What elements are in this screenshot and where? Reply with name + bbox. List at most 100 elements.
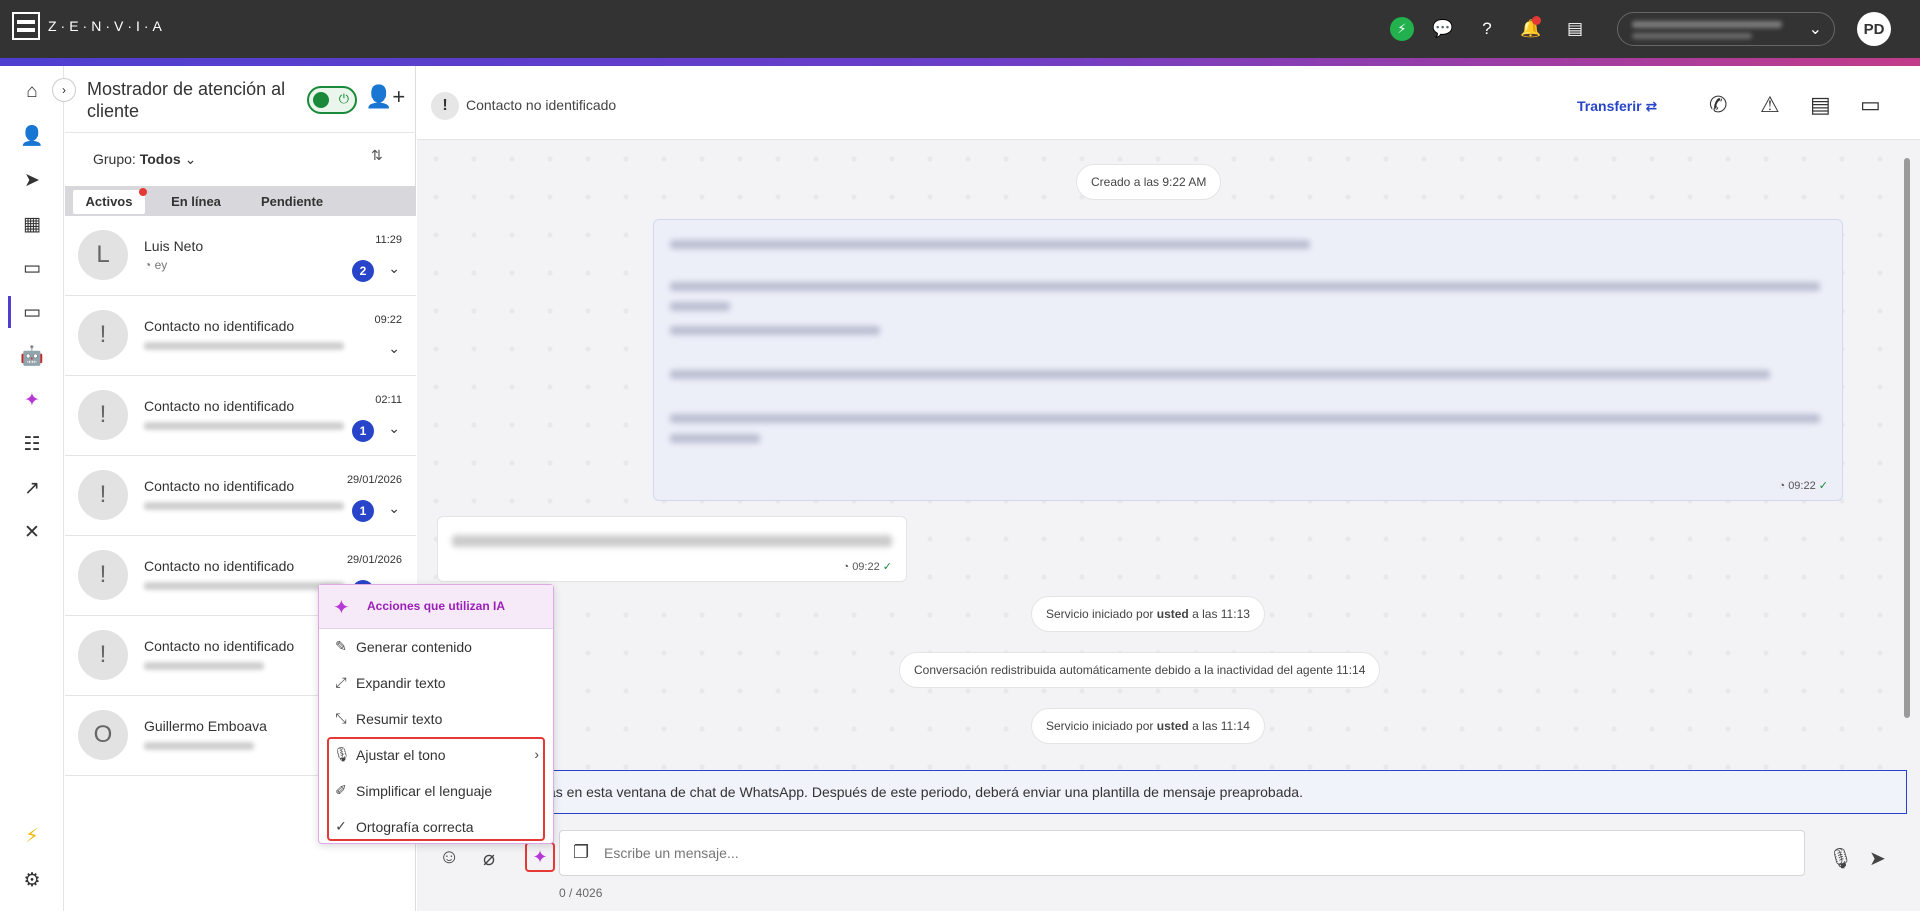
ai-option-simplificar-lenguaje[interactable]: ✐ Simplificar el lenguaje bbox=[319, 773, 553, 809]
option-label: Ortografía correcta bbox=[356, 819, 474, 835]
ticket-icon[interactable]: ▭ bbox=[0, 290, 64, 334]
ai-option-expandir-texto[interactable]: ⤢ Expandir texto bbox=[319, 665, 553, 701]
message-input[interactable] bbox=[559, 830, 1805, 876]
chevron-down-icon[interactable]: ⌄ bbox=[388, 500, 400, 517]
contact-avatar: ! bbox=[78, 390, 128, 440]
check-icon: ✓ bbox=[882, 561, 892, 573]
store-icon[interactable]: ▤ bbox=[1560, 14, 1590, 44]
send-icon[interactable]: ➤ bbox=[1869, 846, 1886, 871]
unread-dot bbox=[139, 188, 147, 196]
tools-icon[interactable]: ✕ bbox=[0, 510, 64, 554]
chevron-down-icon: ⌄ bbox=[184, 151, 197, 167]
contacts-icon[interactable]: 👤 bbox=[0, 114, 64, 158]
document-icon[interactable]: ▦ bbox=[0, 202, 64, 246]
settings-icon[interactable]: ⚙ bbox=[0, 858, 64, 902]
lightning-icon[interactable]: ⚡ bbox=[1390, 17, 1414, 41]
chat-scrollbar[interactable] bbox=[1902, 146, 1912, 726]
tab-pendiente[interactable]: Pendiente bbox=[247, 190, 337, 214]
message-text-blurred bbox=[452, 535, 892, 547]
robot-icon[interactable]: 🤖 bbox=[0, 334, 64, 378]
ai-sparkle-icon[interactable]: ✦ bbox=[0, 378, 64, 422]
add-user-icon[interactable]: 👤+ bbox=[365, 84, 405, 110]
group-filter: Grupo: Todos ⌄ ⇅ bbox=[65, 132, 416, 186]
help-icon[interactable]: ? bbox=[1472, 14, 1502, 44]
attachment-icon[interactable]: ⌀ bbox=[483, 846, 495, 871]
logo-mark-icon bbox=[12, 12, 40, 40]
whatsapp-icon: ◔ bbox=[842, 561, 850, 573]
outgoing-message: ◔ 09:22 ✓ bbox=[653, 219, 1843, 501]
alert-icon[interactable]: ⚠ bbox=[1760, 92, 1780, 118]
conversation-time: 29/01/2026 bbox=[346, 474, 402, 486]
option-label: Ajustar el tono bbox=[356, 747, 446, 763]
ai-option-resumir-texto[interactable]: ⤡ Resumir texto bbox=[319, 701, 553, 737]
send-icon[interactable]: ➤ bbox=[0, 158, 64, 202]
transfer-label: Transferir bbox=[1577, 98, 1642, 114]
unread-badge: 1 bbox=[352, 500, 374, 522]
logo[interactable]: Z·E·N·V·I·A bbox=[12, 12, 166, 40]
system-message: Servicio iniciado por usted a las 11:13 bbox=[1031, 596, 1265, 632]
check-icon: ✓ bbox=[1818, 480, 1828, 492]
conversation-item[interactable]: L Luis Neto ◔ ey 11:29 2 ⌄ bbox=[65, 216, 416, 296]
bell-icon[interactable]: 🔔 bbox=[1516, 14, 1546, 44]
template-icon[interactable]: ❐ bbox=[573, 842, 589, 863]
collapse-panel-button[interactable]: › bbox=[52, 78, 76, 102]
chevron-down-icon[interactable]: ⌄ bbox=[388, 420, 400, 437]
spellcheck-icon: ✓ bbox=[335, 818, 347, 834]
chat-icon[interactable]: ▭ bbox=[0, 246, 64, 290]
sort-icon[interactable]: ⇅ bbox=[371, 147, 383, 164]
created-timestamp: Creado a las 9:22 AM bbox=[1076, 164, 1222, 200]
lightning-icon[interactable]: ⚡ bbox=[0, 814, 64, 858]
ai-option-ajustar-tono[interactable]: 🎙 Ajustar el tono › bbox=[319, 737, 553, 773]
availability-toggle[interactable]: ⏻ bbox=[307, 86, 357, 114]
system-message: Servicio iniciado por usted a las 11:14 bbox=[1031, 708, 1265, 744]
top-bar: Z·E·N·V·I·A ⚡ 💬 ? 🔔 ▤ ⌄ PD bbox=[0, 0, 1920, 58]
message-text-blurred bbox=[670, 326, 880, 335]
message-text-blurred bbox=[670, 370, 1770, 379]
ai-actions-menu: ✦ Acciones que utilizan IA ✎ Generar con… bbox=[318, 584, 554, 844]
conversation-item[interactable]: ! Contacto no identificado 02:11 1 ⌄ bbox=[65, 376, 416, 456]
left-nav: ⌂ 👤 ➤ ▦ ▭ ▭ 🤖 ✦ ☷ ↗ ✕ ⚡ ⚙ bbox=[0, 66, 64, 911]
message-preview-blurred bbox=[144, 582, 344, 590]
analytics-icon[interactable]: ↗ bbox=[0, 466, 64, 510]
ticket-icon[interactable]: ▭ bbox=[1860, 92, 1881, 118]
contact-name: Contacto no identificado bbox=[144, 478, 295, 494]
conversation-item[interactable]: ! Contacto no identificado 29/01/2026 1 … bbox=[65, 456, 416, 536]
phone-icon[interactable]: ✆ bbox=[1709, 92, 1727, 118]
whatsapp-icon: ◔ bbox=[144, 258, 152, 272]
pen-icon: ✐ bbox=[335, 782, 347, 798]
emoji-icon[interactable]: ☺ bbox=[439, 846, 459, 869]
tab-en-linea[interactable]: En línea bbox=[155, 190, 237, 214]
transfer-button[interactable]: Transferir ⇄ bbox=[1577, 98, 1657, 115]
unidentified-contact-icon: ! bbox=[431, 92, 459, 120]
contact-avatar: ! bbox=[78, 550, 128, 600]
account-selector[interactable]: ⌄ bbox=[1617, 12, 1835, 46]
conversation-time: 29/01/2026 bbox=[346, 554, 402, 566]
scrollbar-thumb[interactable] bbox=[1904, 158, 1910, 718]
unread-badge: 2 bbox=[352, 260, 374, 282]
edit-icon: ✎ bbox=[335, 638, 347, 654]
chevron-down-icon[interactable]: ⌄ bbox=[388, 260, 400, 277]
chevron-down-icon[interactable]: ⌄ bbox=[388, 340, 400, 357]
message-text-blurred bbox=[670, 414, 1820, 423]
tab-label: Activos bbox=[85, 194, 133, 209]
chat-area: ! Contacto no identificado Transferir ⇄ … bbox=[417, 66, 1920, 911]
archive-icon[interactable]: ▤ bbox=[1810, 92, 1831, 118]
logo-text: Z·E·N·V·I·A bbox=[48, 18, 166, 34]
conversation-item[interactable]: ! Contacto no identificado 09:22 ⌄ bbox=[65, 296, 416, 376]
chat-bubbles-icon[interactable]: 💬 bbox=[1428, 14, 1458, 44]
ai-menu-header: ✦ Acciones que utilizan IA bbox=[319, 585, 553, 629]
user-avatar[interactable]: PD bbox=[1857, 12, 1891, 46]
ai-option-ortografia-correcta[interactable]: ✓ Ortografía correcta bbox=[319, 809, 553, 845]
tab-activos[interactable]: Activos bbox=[73, 188, 147, 214]
ai-actions-button[interactable]: ✦ bbox=[525, 842, 555, 872]
group-selector[interactable]: Grupo: Todos ⌄ bbox=[93, 151, 196, 168]
chat-title: Contacto no identificado bbox=[466, 97, 617, 113]
ai-option-generar-contenido[interactable]: ✎ Generar contenido bbox=[319, 629, 553, 665]
message-preview-blurred bbox=[144, 502, 344, 510]
message-preview-blurred bbox=[144, 662, 264, 670]
workflow-icon[interactable]: ☷ bbox=[0, 422, 64, 466]
toggle-knob bbox=[313, 92, 329, 108]
microphone-icon[interactable]: 🎙 bbox=[1828, 846, 1853, 871]
account-name-blurred bbox=[1632, 21, 1782, 28]
incoming-message: ◔ 09:22 ✓ bbox=[437, 516, 907, 582]
